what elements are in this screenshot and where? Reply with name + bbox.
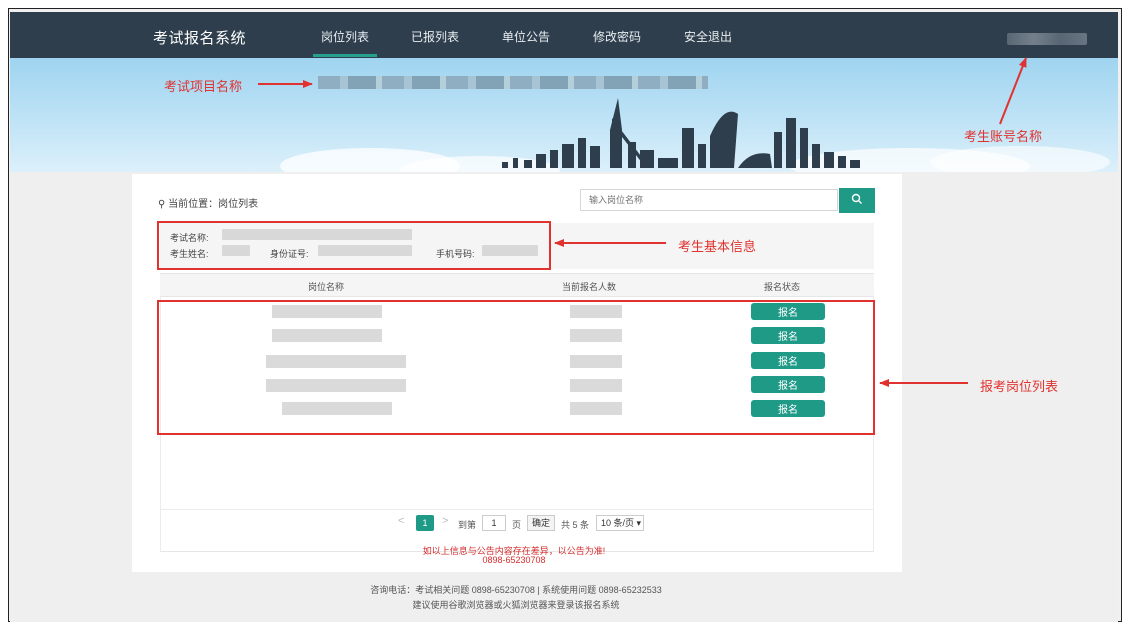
breadcrumb: ⚲ 当前位置：岗位列表 xyxy=(158,195,258,210)
confirm-page-button[interactable]: 确定 xyxy=(527,515,555,531)
breadcrumb-text: 当前位置：岗位列表 xyxy=(168,199,259,210)
column-status: 报名状态 xyxy=(764,282,801,292)
pagination: < 1 > 到第 1 页 确定 共 5 条 10 条/页 ▾ xyxy=(160,509,874,536)
page-unit-label: 页 xyxy=(512,520,522,530)
nav-item-announcements[interactable]: 单位公告 xyxy=(502,28,550,45)
page-number-input[interactable]: 1 xyxy=(482,515,506,531)
annotation-box-basic-info xyxy=(157,221,551,270)
annotation-project-name: 考试项目名称 xyxy=(164,79,243,94)
total-count: 共 5 条 xyxy=(561,520,590,530)
next-page-button[interactable]: > xyxy=(442,515,448,527)
annotation-job-list: 报考岗位列表 xyxy=(980,379,1059,394)
prev-page-button[interactable]: < xyxy=(398,515,404,527)
current-page-button[interactable]: 1 xyxy=(416,515,434,531)
annotation-basic-info: 考生基本信息 xyxy=(678,239,757,254)
nav-item-job-list[interactable]: 岗位列表 xyxy=(312,28,378,57)
search-button[interactable] xyxy=(839,188,875,213)
goto-label: 到第 xyxy=(458,520,477,530)
nav-item-change-password[interactable]: 修改密码 xyxy=(593,28,641,45)
nav-item-applied-list[interactable]: 已报列表 xyxy=(411,28,459,45)
nav-item-logout[interactable]: 安全退出 xyxy=(684,28,732,45)
app-brand: 考试报名系统 xyxy=(153,30,247,47)
page-size-value: 10 条/页 xyxy=(601,518,635,528)
top-navbar: 考试报名系统 岗位列表 已报列表 单位公告 修改密码 安全退出 xyxy=(10,12,1118,58)
column-job-name: 岗位名称 xyxy=(308,282,345,292)
footer-browser-tip: 建议使用谷歌浏览器或火狐浏览器来登录该报名系统 xyxy=(412,600,620,610)
location-pin-icon: ⚲ xyxy=(158,199,166,210)
annotation-box-job-list xyxy=(157,300,875,435)
page-size-select[interactable]: 10 条/页 ▾ xyxy=(596,515,644,531)
annotation-account-name: 考生账号名称 xyxy=(964,129,1043,144)
job-search-input[interactable] xyxy=(580,189,838,211)
dropdown-caret-icon: ▾ xyxy=(636,518,642,528)
footer-contact: 咨询电话：考试相关问题 0898-65230708 | 系统使用问题 0898-… xyxy=(370,585,662,595)
notice-line-2: 0898-65230708 xyxy=(482,555,546,565)
column-applicant-count: 当前报名人数 xyxy=(562,282,617,292)
job-table-header: 岗位名称 当前报名人数 报名状态 xyxy=(160,273,874,297)
account-name-redacted xyxy=(1007,33,1087,45)
project-name-redacted xyxy=(318,76,708,89)
search-icon xyxy=(851,193,862,204)
